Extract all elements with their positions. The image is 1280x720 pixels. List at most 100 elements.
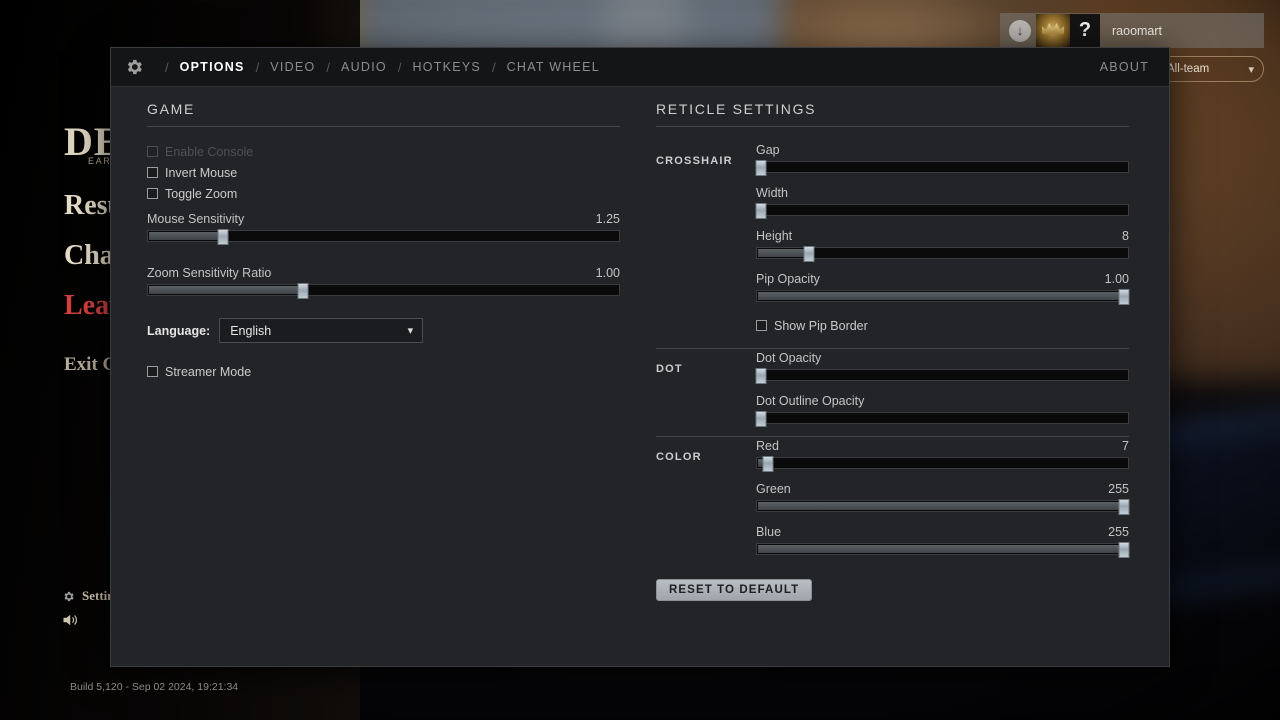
settings-dialog: / OPTIONS / VIDEO / AUDIO / HOTKEYS / CHAT WHEEL …: [110, 47, 1170, 667]
speaker-icon[interactable]: [62, 612, 80, 633]
game-checkbox-list: Enable Console Invert Mouse Toggle Zoom: [147, 141, 620, 204]
streamer-mode-label: Streamer Mode: [165, 364, 252, 379]
slider-dot-opacity-header: Dot Opacity: [756, 351, 1129, 365]
slider-gap-header: Gap: [756, 143, 1129, 157]
reticle-group-color-label: COLOR: [656, 451, 702, 463]
slider-blue-track[interactable]: [756, 542, 1130, 558]
invert-mouse-checkbox[interactable]: [147, 167, 158, 178]
chevron-down-icon: ▾: [407, 325, 414, 337]
slider-red-track[interactable]: [756, 456, 1129, 472]
reticle-group-crosshair-items: Gap Width Height 8 Pip Opacity 1.00 Show Pip B…: [755, 141, 1130, 336]
slider-dot-opacity: Dot Opacity: [755, 351, 1129, 384]
reticle-settings-column: RETICLE SETTINGS CROSSHAIR Gap Width Height…: [650, 101, 1169, 666]
reticle-group-color: COLOR Red 7 Green 255 Blue 255: [656, 437, 1130, 558]
slider-mouse-sensitivity-fill: [149, 232, 223, 240]
slider-zoom-sensitivity-ratio-handle[interactable]: [297, 283, 309, 299]
slider-dot-opacity-handle[interactable]: [755, 368, 767, 384]
tab-separator: /: [397, 59, 402, 75]
toggle-zoom-label: Toggle Zoom: [165, 186, 238, 201]
reticle-group-crosshair-label: CROSSHAIR: [656, 155, 733, 167]
reticle-group-dot-items: Dot Opacity Dot Outline Opacity: [755, 349, 1129, 427]
show-pip-border-row[interactable]: Show Pip Border: [756, 315, 1129, 336]
slider-pip-opacity-header: Pip Opacity 1.00: [756, 272, 1129, 286]
slider-mouse-sensitivity-value: 1.25: [595, 212, 620, 226]
tab-separator: /: [492, 59, 496, 75]
slider-red-value: 7: [1122, 439, 1129, 453]
slider-gap-handle[interactable]: [755, 160, 767, 176]
reticle-group-dot-label: DOT: [656, 363, 683, 375]
slider-height-track[interactable]: [756, 246, 1129, 262]
slider-pip-opacity: Pip Opacity 1.00: [756, 272, 1130, 305]
tab-options[interactable]: OPTIONS: [180, 58, 245, 76]
slider-green-value: 255: [1108, 482, 1129, 496]
slider-dot-outline-opacity-track[interactable]: [755, 411, 1129, 427]
language-row: Language: English ▾: [147, 318, 620, 343]
screen-root: DEADLOCK EARLY DEVELOPMENT BUILD Resume …: [0, 0, 1280, 720]
slider-red-handle[interactable]: [762, 456, 774, 472]
tab-video[interactable]: VIDEO: [270, 58, 315, 76]
build-info: Build 5,120 - Sep 02 2024, 19:21:34: [70, 681, 239, 693]
rank-badge-icon: [1036, 14, 1070, 47]
slider-zoom-sensitivity-ratio-fill: [149, 286, 303, 294]
slider-red: Red 7: [756, 439, 1129, 472]
question-mark-icon[interactable]: ?: [1070, 14, 1100, 47]
slider-mouse-sensitivity-handle[interactable]: [217, 229, 229, 245]
slider-gap-label: Gap: [756, 143, 780, 157]
slider-green-label: Green: [756, 482, 791, 496]
language-select[interactable]: English ▾: [219, 318, 424, 343]
enable-console-checkbox: [147, 146, 158, 157]
tab-separator: /: [165, 59, 169, 75]
slider-dot-opacity-label: Dot Opacity: [756, 351, 822, 365]
slider-dot-outline-opacity-handle[interactable]: [755, 411, 767, 427]
slider-gap-track[interactable]: [755, 160, 1129, 176]
reset-to-default-button[interactable]: RESET TO DEFAULT: [656, 579, 813, 601]
tab-hotkeys[interactable]: HOTKEYS: [413, 58, 482, 76]
slider-zoom-sensitivity-ratio-track[interactable]: [147, 283, 620, 299]
slider-pip-opacity-handle[interactable]: [1118, 289, 1130, 305]
slider-blue-handle[interactable]: [1118, 542, 1130, 558]
settings-dialog-body: GAME Enable Console Invert Mouse Toggle Zo…: [111, 87, 1169, 666]
streamer-mode-row[interactable]: Streamer Mode: [147, 361, 620, 382]
tab-chat-wheel[interactable]: CHAT WHEEL: [507, 58, 600, 76]
slider-height-handle[interactable]: [803, 246, 815, 262]
slider-width-handle[interactable]: [755, 203, 767, 219]
game-section-title: GAME: [147, 101, 620, 127]
tab-separator: /: [326, 59, 331, 75]
invert-mouse-row[interactable]: Invert Mouse: [147, 162, 620, 183]
reticle-group-list: CROSSHAIR Gap Width Height 8 Pip Opacity 1.00 S…: [656, 141, 1130, 558]
download-arrow-icon[interactable]: ↓: [1009, 19, 1031, 42]
slider-width: Width: [755, 186, 1129, 219]
slider-height-value: 8: [1122, 229, 1129, 243]
slider-blue-value: 255: [1108, 525, 1129, 539]
slider-green-handle[interactable]: [1118, 499, 1130, 515]
gear-icon[interactable]: [124, 57, 144, 77]
tab-audio[interactable]: AUDIO: [341, 58, 387, 76]
slider-height-label: Height: [756, 229, 793, 243]
slider-width-header: Width: [756, 186, 1129, 200]
tab-about[interactable]: ABOUT: [1100, 60, 1153, 74]
slider-pip-opacity-track[interactable]: [756, 289, 1130, 305]
slider-height-fill: [758, 249, 808, 257]
enable-console-row: Enable Console: [147, 141, 620, 162]
reticle-group-crosshair: CROSSHAIR Gap Width Height 8 Pip Opacity 1.00 S…: [656, 141, 1130, 336]
slider-green-track[interactable]: [756, 499, 1130, 515]
slider-width-track[interactable]: [755, 203, 1129, 219]
chevron-down-icon: ▾: [1248, 63, 1254, 76]
streamer-mode-checkbox[interactable]: [147, 366, 158, 377]
gear-icon: [64, 591, 74, 601]
toggle-zoom-row[interactable]: Toggle Zoom: [147, 183, 620, 204]
player-hud[interactable]: ↓ ? raoomart: [1000, 13, 1264, 48]
slider-mouse-sensitivity-track[interactable]: [147, 229, 620, 245]
chat-channel-label: All-team: [1167, 63, 1210, 75]
slider-red-header: Red 7: [756, 439, 1129, 453]
toggle-zoom-checkbox[interactable]: [147, 188, 158, 199]
slider-dot-outline-opacity-label: Dot Outline Opacity: [756, 394, 865, 408]
slider-green-header: Green 255: [756, 482, 1129, 496]
game-slider-list: Mouse Sensitivity 1.25 Zoom Sensitivity Ra…: [147, 212, 620, 299]
show-pip-border-checkbox[interactable]: [756, 320, 767, 331]
slider-zoom-sensitivity-ratio-header: Zoom Sensitivity Ratio 1.00: [147, 266, 620, 280]
slider-gap: Gap: [755, 143, 1129, 176]
slider-dot-opacity-track[interactable]: [755, 368, 1129, 384]
enable-console-label: Enable Console: [165, 144, 254, 159]
chat-channel-dropdown[interactable]: All-team ▾: [1154, 56, 1264, 82]
